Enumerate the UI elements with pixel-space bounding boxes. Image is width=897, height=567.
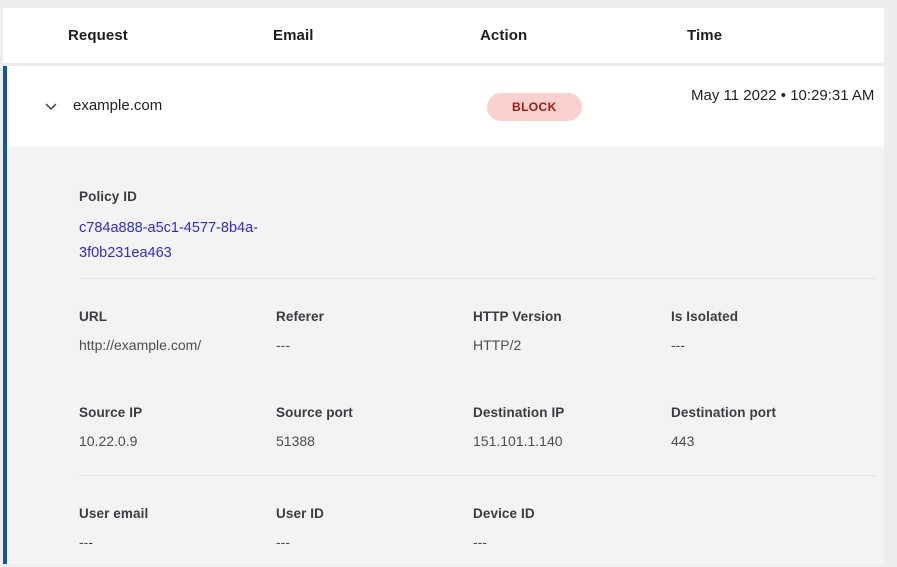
field-user-email: User email --- [79,506,276,550]
field-referer: Referer --- [276,309,473,353]
field-source-port: Source port 51388 [276,405,473,449]
field-value: --- [79,534,276,550]
field-device-id: Device ID --- [473,506,671,550]
field-value: HTTP/2 [473,337,671,353]
divider [79,278,876,279]
column-header-email: Email [273,27,480,44]
field-label: User email [79,506,276,521]
field-user-id: User ID --- [276,506,473,550]
field-value: --- [473,534,671,550]
column-header-action: Action [480,27,687,44]
field-label: URL [79,309,276,324]
field-label: Source IP [79,405,276,420]
field-label: Destination IP [473,405,671,420]
field-value: --- [276,534,473,550]
field-source-ip: Source IP 10.22.0.9 [79,405,276,449]
field-http-version: HTTP Version HTTP/2 [473,309,671,353]
table-header: Request Email Action Time [3,8,884,66]
requests-log-table: Request Email Action Time example.com BL… [3,8,884,564]
http-details-section: URL http://example.com/ Referer --- HTTP… [79,309,876,353]
field-label: User ID [276,506,473,521]
field-label: HTTP Version [473,309,671,324]
field-label: Referer [276,309,473,324]
field-destination-port: Destination port 443 [671,405,876,449]
policy-id-label: Policy ID [79,189,876,204]
policy-id-block: Policy ID c784a888-a5c1-4577-8b4a-3f0b23… [79,189,876,266]
table-row[interactable]: example.com BLOCK May 11 2022 • 10:29:31… [3,66,884,147]
request-domain: example.com [73,97,162,114]
field-label: Source port [276,405,473,420]
field-value: 151.101.1.140 [473,433,671,449]
field-value: http://example.com/ [79,337,276,353]
time-value: May 11 2022 • 10:29:31 AM [691,84,877,108]
user-details-section: User email --- User ID --- Device ID --- [79,506,876,550]
field-empty [671,506,876,550]
page: Request Email Action Time example.com BL… [0,0,897,567]
action-badge: BLOCK [487,93,582,121]
column-header-time: Time [687,27,884,44]
divider [79,475,876,476]
field-label: Device ID [473,506,671,521]
field-label: Is Isolated [671,309,876,324]
field-value: 10.22.0.9 [79,433,276,449]
field-label: Destination port [671,405,876,420]
chevron-down-icon[interactable] [42,98,60,116]
field-is-isolated: Is Isolated --- [671,309,876,353]
network-details-section: Source IP 10.22.0.9 Source port 51388 De… [79,405,876,449]
field-value: 51388 [276,433,473,449]
field-destination-ip: Destination IP 151.101.1.140 [473,405,671,449]
field-value: --- [671,337,876,353]
policy-id-link[interactable]: c784a888-a5c1-4577-8b4a-3f0b231ea463 [79,216,275,266]
field-value: --- [276,337,473,353]
field-value: 443 [671,433,876,449]
row-details-panel: Policy ID c784a888-a5c1-4577-8b4a-3f0b23… [3,147,884,564]
field-url: URL http://example.com/ [79,309,276,353]
column-header-request: Request [68,27,273,44]
